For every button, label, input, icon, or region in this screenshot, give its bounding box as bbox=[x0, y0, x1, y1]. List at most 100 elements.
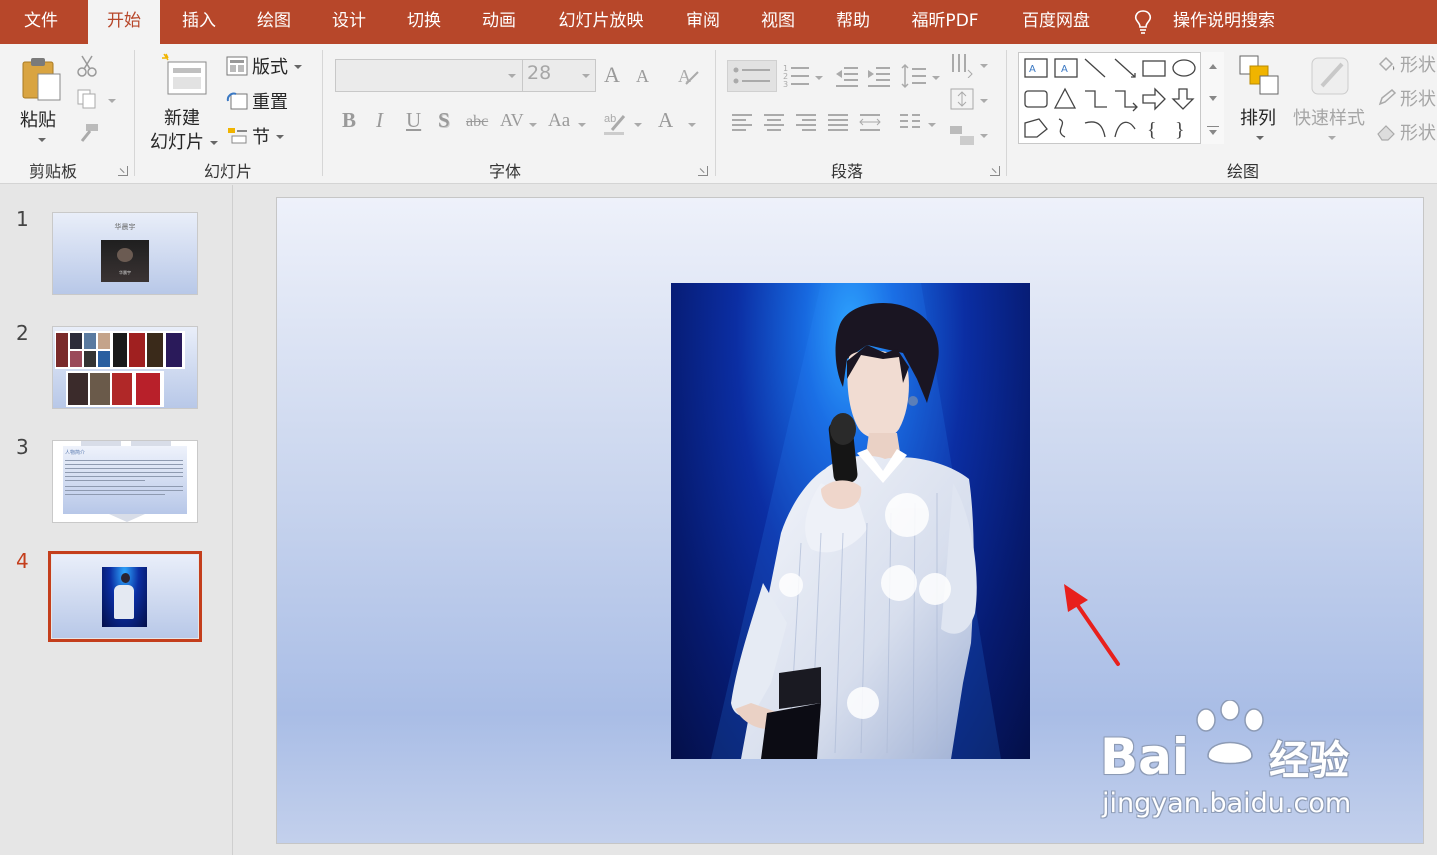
align-center-icon[interactable] bbox=[762, 112, 786, 134]
tab-home[interactable]: 开始 bbox=[88, 0, 160, 44]
line-spacing-icon[interactable] bbox=[900, 62, 928, 90]
thumb-2-collage-bottom bbox=[66, 371, 164, 407]
arrange-label: 排列 bbox=[1240, 108, 1276, 129]
tab-review[interactable]: 审阅 bbox=[672, 0, 734, 44]
layout-button[interactable]: 版式 bbox=[224, 54, 306, 80]
change-case-button[interactable]: Aa bbox=[548, 110, 570, 132]
new-slide-icon bbox=[162, 53, 207, 95]
watermark-brand: Bai 经验 bbox=[1100, 728, 1349, 786]
tab-transitions[interactable]: 切换 bbox=[393, 0, 455, 44]
slide-number-4: 4 bbox=[16, 549, 29, 573]
slide-number-3: 3 bbox=[16, 435, 29, 459]
quick-styles-button[interactable]: 快速样式 bbox=[1292, 52, 1368, 148]
shapes-gallery-icons: A A { } bbox=[1024, 58, 1196, 141]
tab-foxit-pdf[interactable]: 福昕PDF bbox=[899, 0, 991, 44]
svg-text:A: A bbox=[678, 66, 691, 86]
thumb-3-textbox: 人物简介 bbox=[63, 446, 187, 514]
thumb-1-title: 华晨宇 bbox=[114, 223, 136, 231]
increase-indent-icon[interactable] bbox=[866, 64, 892, 88]
slide-thumbnail-2[interactable] bbox=[52, 326, 198, 409]
grow-font-button[interactable]: A bbox=[604, 62, 620, 88]
tab-baidu-netdisk[interactable]: 百度网盘 bbox=[1012, 0, 1100, 44]
copy-icon[interactable] bbox=[76, 88, 98, 110]
clipboard-launcher-icon[interactable] bbox=[118, 166, 128, 176]
paste-button[interactable]: 粘贴 bbox=[14, 50, 68, 150]
align-left-icon[interactable] bbox=[730, 112, 754, 134]
layout-icon bbox=[226, 56, 248, 76]
reset-button[interactable]: 重置 bbox=[224, 89, 306, 115]
decrease-indent-icon[interactable] bbox=[834, 64, 860, 88]
highlight-icon[interactable]: ab bbox=[602, 110, 628, 136]
paragraph-group-label: 段落 bbox=[830, 162, 863, 181]
bullets-button[interactable] bbox=[727, 60, 777, 92]
shape-outline-button[interactable]: 形状 bbox=[1376, 86, 1437, 112]
bullets-icon bbox=[733, 67, 770, 84]
tab-view[interactable]: 视图 bbox=[747, 0, 809, 44]
arrange-icon bbox=[1239, 55, 1279, 95]
shape-fill-button[interactable]: 形状 bbox=[1376, 52, 1437, 78]
font-color-button[interactable]: A bbox=[658, 108, 673, 133]
new-slide-button[interactable]: 新建 幻灯片 bbox=[148, 50, 220, 153]
shape-effects-label: 形状 bbox=[1400, 123, 1436, 144]
tab-file[interactable]: 文件 bbox=[10, 0, 72, 44]
slide-photo[interactable] bbox=[671, 283, 1030, 759]
shape-effects-button[interactable]: 形状 bbox=[1376, 120, 1437, 146]
character-spacing-button[interactable]: AV bbox=[500, 110, 524, 131]
tab-insert[interactable]: 插入 bbox=[168, 0, 230, 44]
font-size-value: 28 bbox=[527, 62, 552, 84]
tab-animations[interactable]: 动画 bbox=[468, 0, 530, 44]
font-group-label: 字体 bbox=[488, 162, 521, 181]
layout-label: 版式 bbox=[252, 57, 288, 78]
paint-bucket-icon bbox=[1378, 56, 1395, 72]
justify-icon[interactable] bbox=[826, 112, 850, 134]
paste-label: 粘贴 bbox=[20, 110, 56, 131]
font-name-combo[interactable] bbox=[335, 59, 523, 92]
tab-help[interactable]: 帮助 bbox=[822, 0, 884, 44]
columns-icon[interactable] bbox=[898, 112, 922, 134]
font-launcher-icon[interactable] bbox=[698, 166, 708, 176]
slide-number-1: 1 bbox=[16, 207, 29, 231]
shape-outline-label: 形状 bbox=[1400, 89, 1436, 110]
slide-thumbnail-3[interactable]: 人物简介 bbox=[52, 440, 198, 523]
bold-button[interactable]: B bbox=[342, 108, 356, 133]
font-name-dropdown-icon[interactable] bbox=[508, 74, 516, 78]
shapes-gallery-scrollbar[interactable] bbox=[1200, 52, 1224, 144]
tell-me-label: 操作说明搜索 bbox=[1173, 11, 1275, 31]
clear-formatting-icon[interactable]: A bbox=[676, 64, 700, 88]
underline-button[interactable]: U bbox=[406, 108, 421, 133]
thumb-4-photo bbox=[102, 567, 147, 627]
watermark-url: jingyan.baidu.com bbox=[1102, 788, 1352, 819]
shrink-font-button[interactable]: A bbox=[636, 66, 649, 87]
section-label: 节 bbox=[252, 127, 270, 148]
smartart-icon[interactable] bbox=[948, 122, 976, 148]
distributed-icon[interactable] bbox=[858, 112, 882, 134]
slide-thumbnail-4[interactable] bbox=[52, 555, 198, 638]
cut-icon[interactable] bbox=[76, 54, 98, 78]
paragraph-launcher-icon[interactable] bbox=[990, 166, 1000, 176]
new-slide-label-line2: 幻灯片 bbox=[150, 132, 204, 153]
section-button[interactable]: 节 bbox=[224, 124, 306, 150]
ribbon-tab-bar: 文件 开始 插入 绘图 设计 切换 动画 幻灯片放映 审阅 视图 帮助 福昕PD… bbox=[0, 0, 1437, 44]
tab-design[interactable]: 设计 bbox=[318, 0, 380, 44]
svg-text:A: A bbox=[1061, 64, 1068, 75]
arrange-button[interactable]: 排列 bbox=[1234, 52, 1286, 148]
shadow-button[interactable]: S bbox=[438, 108, 450, 133]
strikethrough-button[interactable]: abc bbox=[466, 113, 488, 131]
slide-thumbnail-1[interactable]: 华晨宇 华晨宇 bbox=[52, 212, 198, 295]
section-icon bbox=[228, 128, 247, 144]
baidu-jingyan-watermark: Bai 经验 jingyan.baidu.com bbox=[1100, 700, 1420, 830]
align-text-icon[interactable] bbox=[948, 86, 976, 112]
tab-draw[interactable]: 绘图 bbox=[243, 0, 305, 44]
shapes-gallery[interactable]: A A { } bbox=[1018, 52, 1224, 144]
font-size-dropdown-icon[interactable] bbox=[582, 74, 590, 78]
align-right-icon[interactable] bbox=[794, 112, 818, 134]
format-painter-icon[interactable] bbox=[76, 122, 100, 144]
pencil-icon bbox=[1378, 88, 1397, 106]
italic-button[interactable]: I bbox=[376, 108, 383, 133]
tab-slideshow[interactable]: 幻灯片放映 bbox=[548, 0, 654, 44]
slide-number-2: 2 bbox=[16, 321, 29, 345]
thumb-2-collage-top bbox=[55, 331, 185, 369]
svg-text:ab: ab bbox=[604, 113, 616, 125]
numbering-icon[interactable]: 123 bbox=[782, 62, 812, 90]
text-direction-icon[interactable] bbox=[948, 52, 976, 78]
